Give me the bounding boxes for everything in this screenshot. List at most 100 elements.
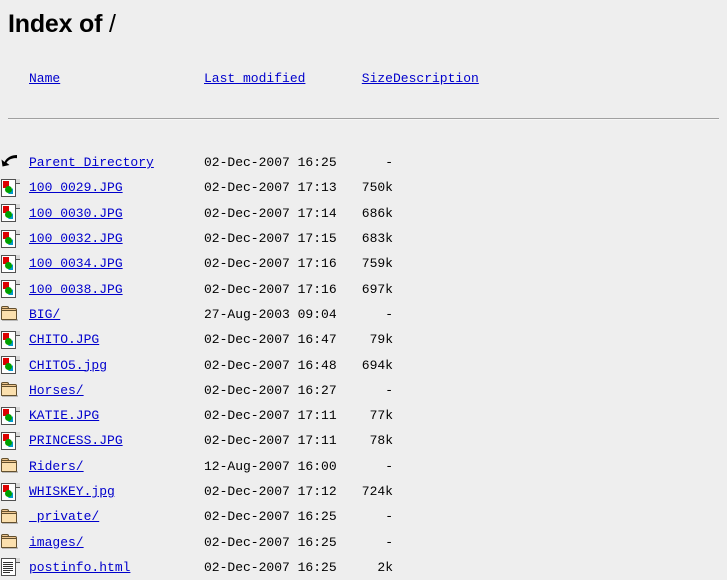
entry-link[interactable]: WHISKEY.jpg	[29, 484, 115, 499]
row-size-cell: -	[385, 458, 393, 474]
row-last-modified-cell: 02-Dec-2007 17:16	[204, 256, 337, 272]
row-last-modified-cell: 02-Dec-2007 16:27	[204, 382, 337, 398]
row-description-cell	[393, 555, 719, 580]
image-file-icon	[0, 405, 20, 427]
row-last-modified-cell: 02-Dec-2007 16:25	[204, 155, 337, 171]
row-size-cell: 686k	[361, 205, 393, 221]
row-name-cell: images/	[29, 529, 204, 554]
row-name-cell: postinfo.html	[29, 555, 204, 580]
table-row: Riders/12-Aug-2007 16:00 -	[0, 454, 719, 479]
entry-link[interactable]: Parent Directory	[29, 155, 154, 170]
row-name-cell: 100_0032.JPG	[29, 226, 204, 251]
row-icon-cell	[0, 504, 29, 529]
entry-link[interactable]: PRINCESS.JPG	[29, 433, 123, 448]
row-name-cell: 100_0030.JPG	[29, 201, 204, 226]
image-file-icon	[0, 354, 20, 376]
row-size-cell: -	[385, 306, 393, 322]
row-name-cell: Riders/	[29, 454, 204, 479]
sort-by-name-link[interactable]: Name	[29, 71, 60, 86]
header-name-cell: Name	[29, 60, 204, 88]
entry-link[interactable]: KATIE.JPG	[29, 408, 99, 423]
row-description-cell	[393, 504, 719, 529]
table-row: 100_0029.JPG 02-Dec-2007 17:13 750k	[0, 175, 719, 200]
row-last-modified-cell: 02-Dec-2007 17:14	[204, 205, 337, 221]
row-size-cell: 750k	[361, 180, 393, 196]
page-title-path: /	[108, 10, 116, 38]
table-row: 100_0034.JPG 02-Dec-2007 17:16 759k	[0, 251, 719, 276]
row-last-modified-cell: 02-Dec-2007 17:16	[204, 281, 337, 297]
row-description-cell	[393, 201, 719, 226]
row-name-cell: _private/	[29, 504, 204, 529]
image-file-icon	[0, 228, 20, 250]
directory-rows: Parent Directory 02-Dec-2007 16:25 - 100_00…	[0, 150, 719, 580]
row-name-cell: 100_0029.JPG	[29, 175, 204, 200]
folder-icon	[0, 379, 20, 401]
entry-link[interactable]: Riders/	[29, 459, 84, 474]
directory-listing: Name Last modified Size Description Pare…	[0, 60, 727, 580]
directory-table-body: Name Last modified Size Description	[0, 60, 719, 150]
header-date-cell: Last modified	[204, 60, 352, 88]
row-last-modified-cell: 02-Dec-2007 17:12	[204, 484, 337, 499]
back-arrow-icon	[0, 152, 20, 174]
entry-link[interactable]: _private/	[29, 509, 99, 524]
row-last-modified-cell: 02-Dec-2007 17:11	[204, 433, 337, 449]
entry-link[interactable]: images/	[29, 535, 84, 550]
row-size-cell: -	[385, 155, 393, 171]
entry-link[interactable]: 100_0034.JPG	[29, 256, 123, 271]
image-file-icon	[0, 278, 20, 300]
row-description-cell	[393, 454, 719, 479]
row-name-cell: 100_0034.JPG	[29, 251, 204, 276]
row-icon-cell	[0, 251, 29, 276]
entry-link[interactable]: Horses/	[29, 383, 84, 398]
image-file-icon	[0, 430, 20, 452]
entry-link[interactable]: 100_0029.JPG	[29, 180, 123, 195]
row-description-cell	[393, 327, 719, 352]
text-file-icon	[0, 556, 20, 578]
row-description-cell	[393, 378, 719, 403]
directory-table: Name Last modified Size Description Pare…	[0, 60, 719, 580]
row-size-cell: -	[385, 534, 393, 550]
row-size-cell: 2k	[377, 559, 393, 575]
row-description-cell	[393, 150, 719, 175]
row-size-cell: 78k	[369, 433, 393, 449]
row-icon-cell	[0, 226, 29, 251]
horizontal-rule	[8, 118, 719, 120]
entry-link[interactable]: 100_0030.JPG	[29, 206, 123, 221]
entry-link[interactable]: CHITO.JPG	[29, 332, 99, 347]
row-name-cell: Horses/	[29, 378, 204, 403]
row-description-cell	[393, 529, 719, 554]
row-last-modified-cell: 02-Dec-2007 16:48	[204, 357, 337, 373]
image-file-icon	[0, 177, 20, 199]
row-description-cell	[393, 302, 719, 327]
entry-link[interactable]: postinfo.html	[29, 560, 130, 575]
row-description-cell	[393, 175, 719, 200]
table-row: Parent Directory 02-Dec-2007 16:25 -	[0, 150, 719, 175]
row-icon-cell	[0, 555, 29, 580]
entry-link[interactable]: BIG/	[29, 307, 60, 322]
row-size-cell: 694k	[361, 357, 393, 373]
row-icon-cell	[0, 201, 29, 226]
row-description-cell	[393, 352, 719, 377]
row-last-modified-cell: 27-Aug-2003 09:04	[204, 306, 337, 322]
table-row: _private/02-Dec-2007 16:25 -	[0, 504, 719, 529]
row-last-modified-cell: 02-Dec-2007 16:25	[204, 509, 337, 525]
sort-by-size-link[interactable]: Size	[362, 71, 393, 86]
entry-link[interactable]: 100_0032.JPG	[29, 231, 123, 246]
row-size-cell: 683k	[361, 231, 393, 247]
image-file-icon	[0, 253, 20, 275]
table-row: 100_0032.JPG 02-Dec-2007 17:15 683k	[0, 226, 719, 251]
row-description-cell	[393, 479, 719, 504]
sort-by-description-link[interactable]: Description	[393, 71, 479, 86]
header-description-cell: Description	[393, 60, 719, 88]
row-name-cell: CHITO.JPG	[29, 327, 204, 352]
entry-link[interactable]: 100_0038.JPG	[29, 282, 123, 297]
entry-link[interactable]: CHITO5.jpg	[29, 358, 107, 373]
row-name-cell: PRINCESS.JPG	[29, 428, 204, 453]
row-last-modified-cell: 12-Aug-2007 16:00	[204, 458, 337, 474]
table-row: PRINCESS.JPG 02-Dec-2007 17:11 78k	[0, 428, 719, 453]
row-size-cell: 697k	[361, 281, 393, 297]
row-last-modified-cell: 02-Dec-2007 16:47	[204, 332, 337, 348]
page-title: Index of /	[8, 10, 116, 39]
sort-by-last-modified-link[interactable]: Last modified	[204, 71, 305, 86]
row-icon-cell	[0, 276, 29, 301]
